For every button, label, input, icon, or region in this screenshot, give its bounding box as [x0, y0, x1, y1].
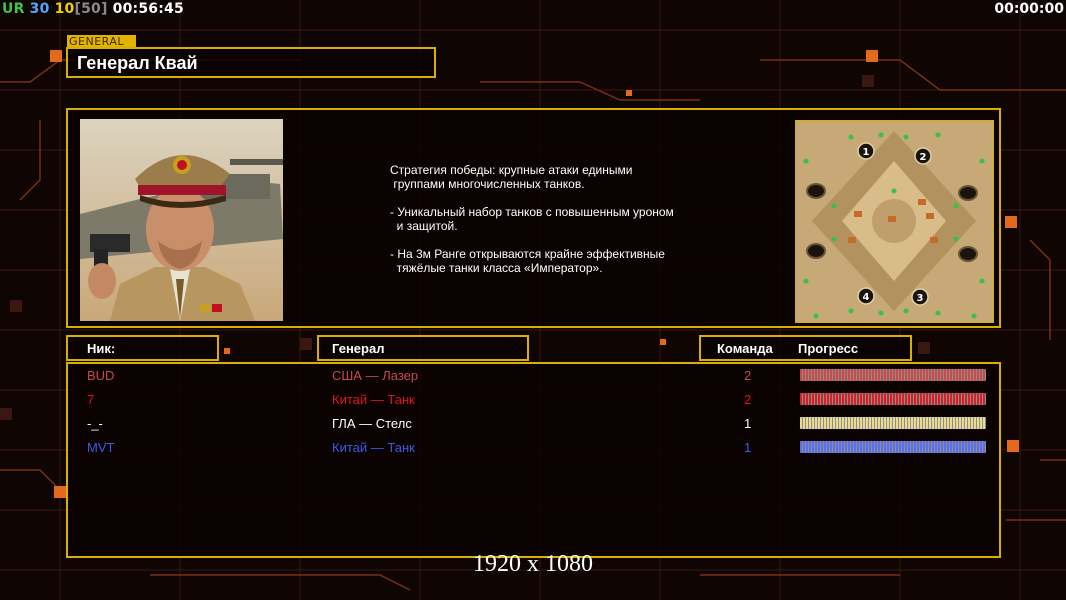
- general-name: Генерал Квай: [77, 53, 198, 73]
- start-position-label: 2: [920, 152, 927, 163]
- player-progress-bar: [800, 369, 986, 381]
- minimap[interactable]: 1 2 3 4: [795, 120, 994, 323]
- bracket-value: [50]: [74, 1, 108, 17]
- player-general: Китай — Танк: [332, 392, 415, 407]
- elapsed-time: 00:56:45: [112, 1, 184, 17]
- start-position-label: 3: [917, 293, 924, 304]
- player-nick: -_-: [87, 416, 103, 431]
- player-progress-bar: [800, 441, 986, 453]
- player-nick: BUD: [87, 368, 115, 383]
- description-line: Стратегия победы: крупные атаки едиными …: [390, 163, 633, 191]
- general-info-panel: Стратегия победы: крупные атаки едиными …: [66, 108, 1001, 328]
- player-team: 1: [744, 440, 752, 455]
- start-position-label: 1: [863, 147, 870, 158]
- header-team-progress: Команда Прогресс: [699, 335, 912, 361]
- player-general: ГЛА — Стелс: [332, 416, 412, 431]
- player-nick: 7: [87, 392, 95, 407]
- player-team: 2: [744, 368, 752, 383]
- general-title-box: Генерал Квай: [66, 47, 436, 78]
- general-description: Стратегия победы: крупные атаки едиными …: [390, 163, 720, 289]
- player-row: -_- ГЛА — Стелс 1: [68, 413, 999, 433]
- player-progress-bar: [800, 393, 986, 405]
- general-portrait: [80, 119, 283, 321]
- resolution-watermark: 1920 x 1080: [473, 551, 593, 577]
- start-position-label: 4: [863, 292, 870, 303]
- header-nick-label: Ник:: [87, 341, 116, 356]
- player-team: 2: [744, 392, 752, 407]
- ur-label: UR: [2, 1, 25, 17]
- player-row: 7 Китай — Танк 2: [68, 389, 999, 409]
- player-nick: MVT: [87, 440, 115, 455]
- header-team-label: Команда: [717, 341, 773, 356]
- player-general: США — Лазер: [332, 368, 419, 383]
- player-list: BUD США — Лазер 2 7 Китай — Танк 2 -_- Г…: [66, 362, 1001, 558]
- game-timer: 00:00:00: [994, 1, 1064, 17]
- hud-stats: UR 30 10[50] 00:56:45: [2, 1, 184, 17]
- description-line: - На 3м Ранге открываются крайне эффекти…: [390, 247, 665, 275]
- player-team: 1: [744, 416, 752, 431]
- player-progress-bar: [800, 417, 986, 429]
- header-general: Генерал: [317, 335, 529, 361]
- fps-value: 30: [29, 1, 50, 17]
- player-row: MVT Китай — Танк 1: [68, 437, 999, 457]
- description-line: - Уникальный набор танков с повышенным у…: [390, 205, 674, 233]
- player-row: BUD США — Лазер 2: [68, 365, 999, 385]
- header-general-label: Генерал: [332, 341, 385, 356]
- header-nick: Ник:: [66, 335, 219, 361]
- player-general: Китай — Танк: [332, 440, 415, 455]
- header-progress-label: Прогресс: [798, 341, 859, 356]
- ping-value: 10: [54, 1, 75, 17]
